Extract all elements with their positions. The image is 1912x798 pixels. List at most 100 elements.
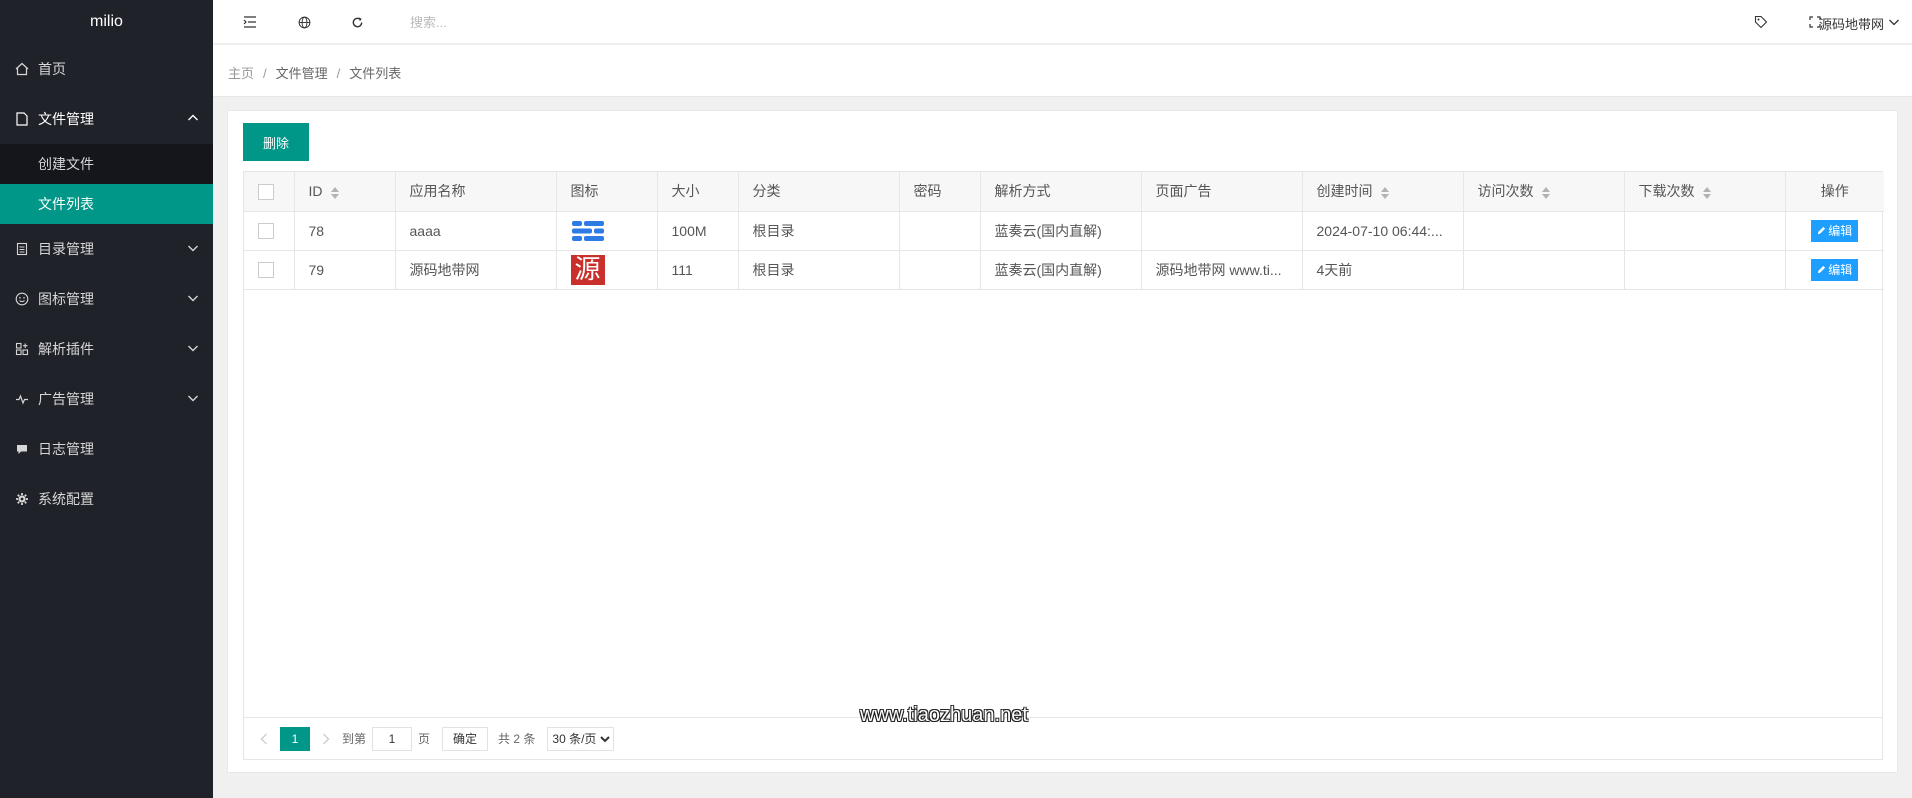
globe-icon[interactable] xyxy=(295,13,313,31)
sidebar-item-icons[interactable]: 图标管理 xyxy=(0,274,213,324)
app-logo[interactable]: milio xyxy=(0,0,213,44)
cell-id: 79 xyxy=(294,250,396,290)
next-page-icon[interactable] xyxy=(316,729,336,749)
cell-visits xyxy=(1463,250,1625,290)
delete-button[interactable]: 删除 xyxy=(243,123,309,161)
cell-parse: 蓝奏云(国内直解) xyxy=(980,250,1142,290)
sidebar-submenu-file: 创建文件 文件列表 xyxy=(0,144,213,224)
select-all-checkbox[interactable] xyxy=(258,183,274,200)
menu-collapse-icon[interactable] xyxy=(241,13,259,31)
sort-icon[interactable] xyxy=(330,186,339,199)
cell-actions: 编辑 xyxy=(1785,211,1884,251)
breadcrumb-item-file-list: 文件列表 xyxy=(349,66,402,81)
edit-button[interactable]: 编辑 xyxy=(1811,258,1859,281)
table-row: 78 aaaa 100M 根目录 蓝奏云(国内直解) 2024-07-10 06… xyxy=(244,211,1884,251)
row-checkbox[interactable] xyxy=(258,262,274,279)
col-header-actions: 操作 xyxy=(1785,172,1884,212)
prev-page-icon[interactable] xyxy=(254,729,274,749)
edit-button[interactable]: 编辑 xyxy=(1811,219,1859,242)
sort-icon[interactable] xyxy=(1380,186,1389,199)
cell-name: aaaa xyxy=(395,211,557,251)
col-header-created[interactable]: 创建时间 xyxy=(1302,172,1464,212)
cell-ad: 源码地带网 www.ti... xyxy=(1141,250,1303,290)
edit-button-label: 编辑 xyxy=(1828,263,1853,277)
breadcrumb: 主页 / 文件管理 / 文件列表 xyxy=(213,45,1912,97)
cell-visits xyxy=(1463,211,1625,251)
goto-page-input[interactable] xyxy=(372,726,413,751)
cell-id: 78 xyxy=(294,211,396,251)
sidebar-item-settings[interactable]: 系统配置 xyxy=(0,474,213,524)
col-header-size: 大小 xyxy=(657,172,739,212)
home-icon xyxy=(14,61,30,77)
file-icon xyxy=(14,111,30,127)
chevron-down-icon[interactable] xyxy=(1888,16,1900,28)
total-count: 共 2 条 xyxy=(498,732,536,746)
chevron-down-icon xyxy=(188,295,198,302)
cell-category: 根目录 xyxy=(738,211,900,251)
per-page-select[interactable]: 30 条/页 xyxy=(547,726,615,751)
col-header-downloads[interactable]: 下载次数 xyxy=(1624,172,1786,212)
smile-icon xyxy=(14,291,30,307)
watermark: www.tiaozhuan.net xyxy=(860,704,1028,726)
sidebar: milio 首页 文件管理 创建文件 文件列表 目录管理 图标管理 解析插件 广… xyxy=(0,0,213,798)
breadcrumb-item-file-manage[interactable]: 文件管理 xyxy=(276,66,328,81)
col-header-visits[interactable]: 访问次数 xyxy=(1463,172,1625,212)
sort-icon[interactable] xyxy=(1541,186,1550,199)
refresh-icon[interactable] xyxy=(348,13,366,31)
file-table: ID 应用名称 图标 大小 分类 密码 解析方式 页面广告 创建时间 访问次数 … xyxy=(243,171,1884,760)
sidebar-item-label: 目录管理 xyxy=(38,241,94,257)
col-header-id[interactable]: ID xyxy=(294,172,396,212)
breadcrumb-separator: / xyxy=(263,66,267,81)
tag-icon[interactable] xyxy=(1752,13,1770,31)
cell-actions: 编辑 xyxy=(1785,250,1884,290)
goto-label: 到第 xyxy=(342,732,367,746)
sort-icon[interactable] xyxy=(1702,186,1711,199)
select-all-cell xyxy=(244,172,295,212)
sidebar-item-label: 系统配置 xyxy=(38,491,94,507)
sidebar-item-logs[interactable]: 日志管理 xyxy=(0,424,213,474)
sidebar-item-parse-plugins[interactable]: 解析插件 xyxy=(0,324,213,374)
pencil-icon xyxy=(1818,265,1826,274)
sidebar-item-create-file[interactable]: 创建文件 xyxy=(0,144,213,184)
row-select-cell xyxy=(244,211,295,251)
goto-confirm-button[interactable]: 确定 xyxy=(442,726,489,751)
row-checkbox[interactable] xyxy=(258,223,274,240)
folder-list-icon xyxy=(14,241,30,257)
sidebar-item-file-manage[interactable]: 文件管理 xyxy=(0,94,213,144)
content-card: 删除 ID 应用名称 图标 大小 分类 密码 解析方式 页面广告 创建时间 访问… xyxy=(227,110,1898,773)
sidebar-item-label: 图标管理 xyxy=(38,291,94,307)
cell-size: 111 xyxy=(657,250,739,290)
cell-downloads xyxy=(1624,211,1786,251)
col-header-parse: 解析方式 xyxy=(980,172,1142,212)
sidebar-item-home[interactable]: 首页 xyxy=(0,44,213,94)
cell-created: 2024-07-10 06:44:... xyxy=(1302,211,1464,251)
col-header-ad: 页面广告 xyxy=(1141,172,1303,212)
col-header-category: 分类 xyxy=(738,172,900,212)
page-current[interactable]: 1 xyxy=(280,726,310,751)
breadcrumb-item-home[interactable]: 主页 xyxy=(228,66,254,81)
col-header-label: 下载次数 xyxy=(1638,183,1695,200)
user-menu[interactable]: 源码地带网 xyxy=(1819,14,1884,33)
chevron-down-icon xyxy=(188,395,198,402)
search-input[interactable] xyxy=(410,10,670,34)
sidebar-item-label: 解析插件 xyxy=(38,341,94,357)
sidebar-item-file-list[interactable]: 文件列表 xyxy=(0,184,213,224)
col-header-label: ID xyxy=(308,183,323,200)
cell-icon: 源 xyxy=(556,250,658,290)
pulse-icon xyxy=(14,391,30,407)
sidebar-item-label: 文件管理 xyxy=(38,111,94,127)
cell-created: 4天前 xyxy=(1302,250,1464,290)
pagination: 1 到第 页 确定 共 2 条 30 条/页 xyxy=(244,717,1882,759)
top-header: 源码地带网 xyxy=(213,0,1912,44)
cell-size: 100M xyxy=(657,211,739,251)
row-select-cell xyxy=(244,250,295,290)
col-header-name: 应用名称 xyxy=(395,172,557,212)
cell-category: 根目录 xyxy=(738,250,900,290)
chevron-up-icon xyxy=(188,114,198,121)
cell-parse: 蓝奏云(国内直解) xyxy=(980,211,1142,251)
sidebar-item-label: 日志管理 xyxy=(38,441,94,457)
breadcrumb-separator: / xyxy=(336,66,341,81)
sidebar-item-directory[interactable]: 目录管理 xyxy=(0,224,213,274)
col-header-icon: 图标 xyxy=(556,172,658,212)
sidebar-item-ads[interactable]: 广告管理 xyxy=(0,374,213,424)
